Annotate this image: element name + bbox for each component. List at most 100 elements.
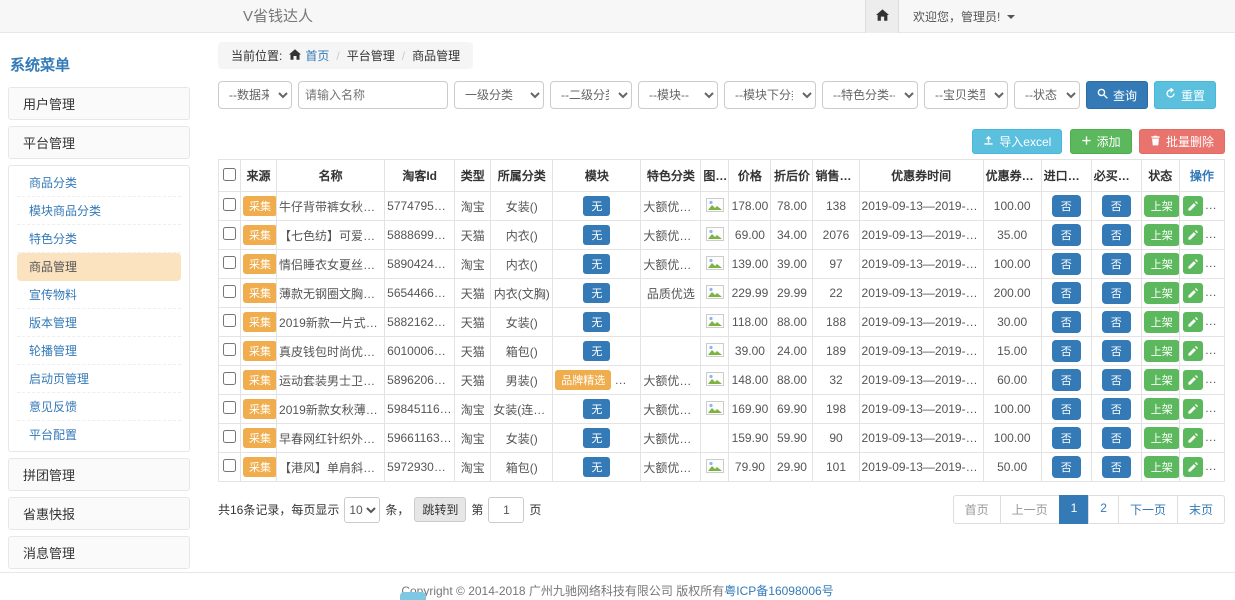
page-button-1[interactable]: 1 (1059, 495, 1090, 524)
module-select[interactable]: --模块-- (638, 81, 718, 109)
sidebar-section-拼团管理[interactable]: 拼团管理 (8, 458, 190, 491)
sidebar-item-模块商品分类[interactable]: 模块商品分类 (17, 197, 181, 225)
edit-button[interactable] (1183, 225, 1203, 245)
page-button-末页[interactable]: 末页 (1177, 495, 1225, 524)
row-checkbox[interactable] (223, 401, 236, 414)
cell-discount-price: 29.90 (771, 453, 813, 482)
import-choice-toggle[interactable]: 否 (1052, 253, 1081, 275)
page-button-2[interactable]: 2 (1088, 495, 1119, 524)
must-buy-toggle[interactable]: 否 (1102, 369, 1131, 391)
sidebar-item-商品分类[interactable]: 商品分类 (17, 169, 181, 197)
cell-category: 男装() (491, 366, 553, 395)
category-level1-select[interactable]: 一级分类 (454, 81, 544, 109)
data-source-select[interactable]: --数据来源-- (218, 81, 292, 109)
page-number-input[interactable] (488, 497, 524, 523)
row-checkbox[interactable] (223, 198, 236, 211)
home-button[interactable] (865, 0, 899, 33)
edit-button[interactable] (1183, 399, 1203, 419)
status-toggle[interactable]: 上架 (1144, 282, 1180, 304)
must-buy-toggle[interactable]: 否 (1102, 456, 1131, 478)
status-toggle[interactable]: 上架 (1144, 456, 1180, 478)
status-toggle[interactable]: 上架 (1144, 195, 1180, 217)
edit-button[interactable] (1183, 283, 1203, 303)
sidebar-item-启动页管理[interactable]: 启动页管理 (17, 365, 181, 393)
must-buy-toggle[interactable]: 否 (1102, 427, 1131, 449)
page-button-下一页[interactable]: 下一页 (1118, 495, 1178, 524)
cell-feature: 品质优选 (641, 279, 701, 308)
import-choice-toggle[interactable]: 否 (1052, 311, 1081, 333)
per-page-select[interactable]: 10 (344, 497, 380, 523)
status-toggle[interactable]: 上架 (1144, 369, 1180, 391)
module-sub-select[interactable]: --模块下分类-- (724, 81, 816, 109)
edit-button[interactable] (1183, 370, 1203, 390)
batch-delete-button[interactable]: 批量删除 (1139, 129, 1225, 154)
edit-button[interactable] (1183, 254, 1203, 274)
status-toggle[interactable]: 上架 (1144, 311, 1180, 333)
page-button-上一页[interactable]: 上一页 (1000, 495, 1060, 524)
breadcrumb-home-link[interactable]: 首页 (289, 47, 329, 64)
status-toggle[interactable]: 上架 (1144, 253, 1180, 275)
edit-button[interactable] (1183, 457, 1203, 477)
import-choice-toggle[interactable]: 否 (1052, 427, 1081, 449)
status-toggle[interactable]: 上架 (1144, 224, 1180, 246)
select-all-checkbox[interactable] (223, 168, 236, 181)
edit-button[interactable] (1183, 341, 1203, 361)
import-choice-toggle[interactable]: 否 (1052, 224, 1081, 246)
import-choice-toggle[interactable]: 否 (1052, 195, 1081, 217)
import-choice-toggle[interactable]: 否 (1052, 282, 1081, 304)
must-buy-toggle[interactable]: 否 (1102, 195, 1131, 217)
add-button[interactable]: 添加 (1070, 129, 1132, 154)
row-checkbox[interactable] (223, 256, 236, 269)
status-toggle[interactable]: 上架 (1144, 427, 1180, 449)
sidebar-item-特色分类[interactable]: 特色分类 (17, 225, 181, 253)
sidebar-item-宣传物料[interactable]: 宣传物料 (17, 281, 181, 309)
row-checkbox[interactable] (223, 430, 236, 443)
sidebar-item-意见反馈[interactable]: 意见反馈 (17, 393, 181, 421)
import-excel-button[interactable]: 导入excel (972, 129, 1062, 154)
status-toggle[interactable]: 上架 (1144, 398, 1180, 420)
page-button-首页[interactable]: 首页 (953, 495, 1001, 524)
search-button[interactable]: 查询 (1086, 81, 1148, 109)
row-checkbox[interactable] (223, 343, 236, 356)
column-header-优惠券金额: 优惠券金额 (983, 160, 1041, 192)
name-search-input[interactable] (298, 81, 448, 109)
must-buy-toggle[interactable]: 否 (1102, 224, 1131, 246)
must-buy-toggle[interactable]: 否 (1102, 398, 1131, 420)
status-toggle[interactable]: 上架 (1144, 340, 1180, 362)
edit-button[interactable] (1183, 428, 1203, 448)
user-menu[interactable]: 欢迎您，管理员! (913, 8, 1015, 25)
sidebar-section-省惠快报[interactable]: 省惠快报 (8, 497, 190, 530)
feature-category-select[interactable]: --特色分类-- (822, 81, 918, 109)
row-checkbox[interactable] (223, 372, 236, 385)
must-buy-toggle[interactable]: 否 (1102, 311, 1131, 333)
import-choice-toggle[interactable]: 否 (1052, 369, 1081, 391)
must-buy-toggle[interactable]: 否 (1102, 282, 1131, 304)
status-select[interactable]: --状态-- (1014, 81, 1080, 109)
category-level2-select[interactable]: --二级分类-- (550, 81, 632, 109)
row-checkbox[interactable] (223, 227, 236, 240)
sidebar-item-轮播管理[interactable]: 轮播管理 (17, 337, 181, 365)
sidebar-item-商品管理[interactable]: 商品管理 (17, 253, 181, 281)
edit-button[interactable] (1183, 196, 1203, 216)
sidebar-section-平台管理[interactable]: 平台管理 (8, 126, 190, 159)
row-checkbox[interactable] (223, 459, 236, 472)
import-choice-toggle[interactable]: 否 (1052, 340, 1081, 362)
import-choice-toggle[interactable]: 否 (1052, 398, 1081, 420)
reset-button[interactable]: 重置 (1154, 81, 1216, 109)
sidebar-section-消息管理[interactable]: 消息管理 (8, 536, 190, 569)
sidebar-item-版本管理[interactable]: 版本管理 (17, 309, 181, 337)
import-choice-toggle[interactable]: 否 (1052, 456, 1081, 478)
breadcrumb-label: 当前位置: (231, 47, 282, 64)
edit-button[interactable] (1183, 312, 1203, 332)
row-checkbox[interactable] (223, 285, 236, 298)
icp-link[interactable]: 粤ICP备16098006号 (724, 584, 833, 598)
sidebar-section-用户管理[interactable]: 用户管理 (8, 87, 190, 120)
jump-button[interactable]: 跳转到 (414, 497, 466, 522)
sidebar-item-平台配置[interactable]: 平台配置 (17, 421, 181, 448)
cell-source: 采集 (241, 221, 277, 250)
cell-select (219, 308, 241, 337)
row-checkbox[interactable] (223, 314, 236, 327)
item-type-select[interactable]: --宝贝类型-- (924, 81, 1008, 109)
must-buy-toggle[interactable]: 否 (1102, 340, 1131, 362)
must-buy-toggle[interactable]: 否 (1102, 253, 1131, 275)
